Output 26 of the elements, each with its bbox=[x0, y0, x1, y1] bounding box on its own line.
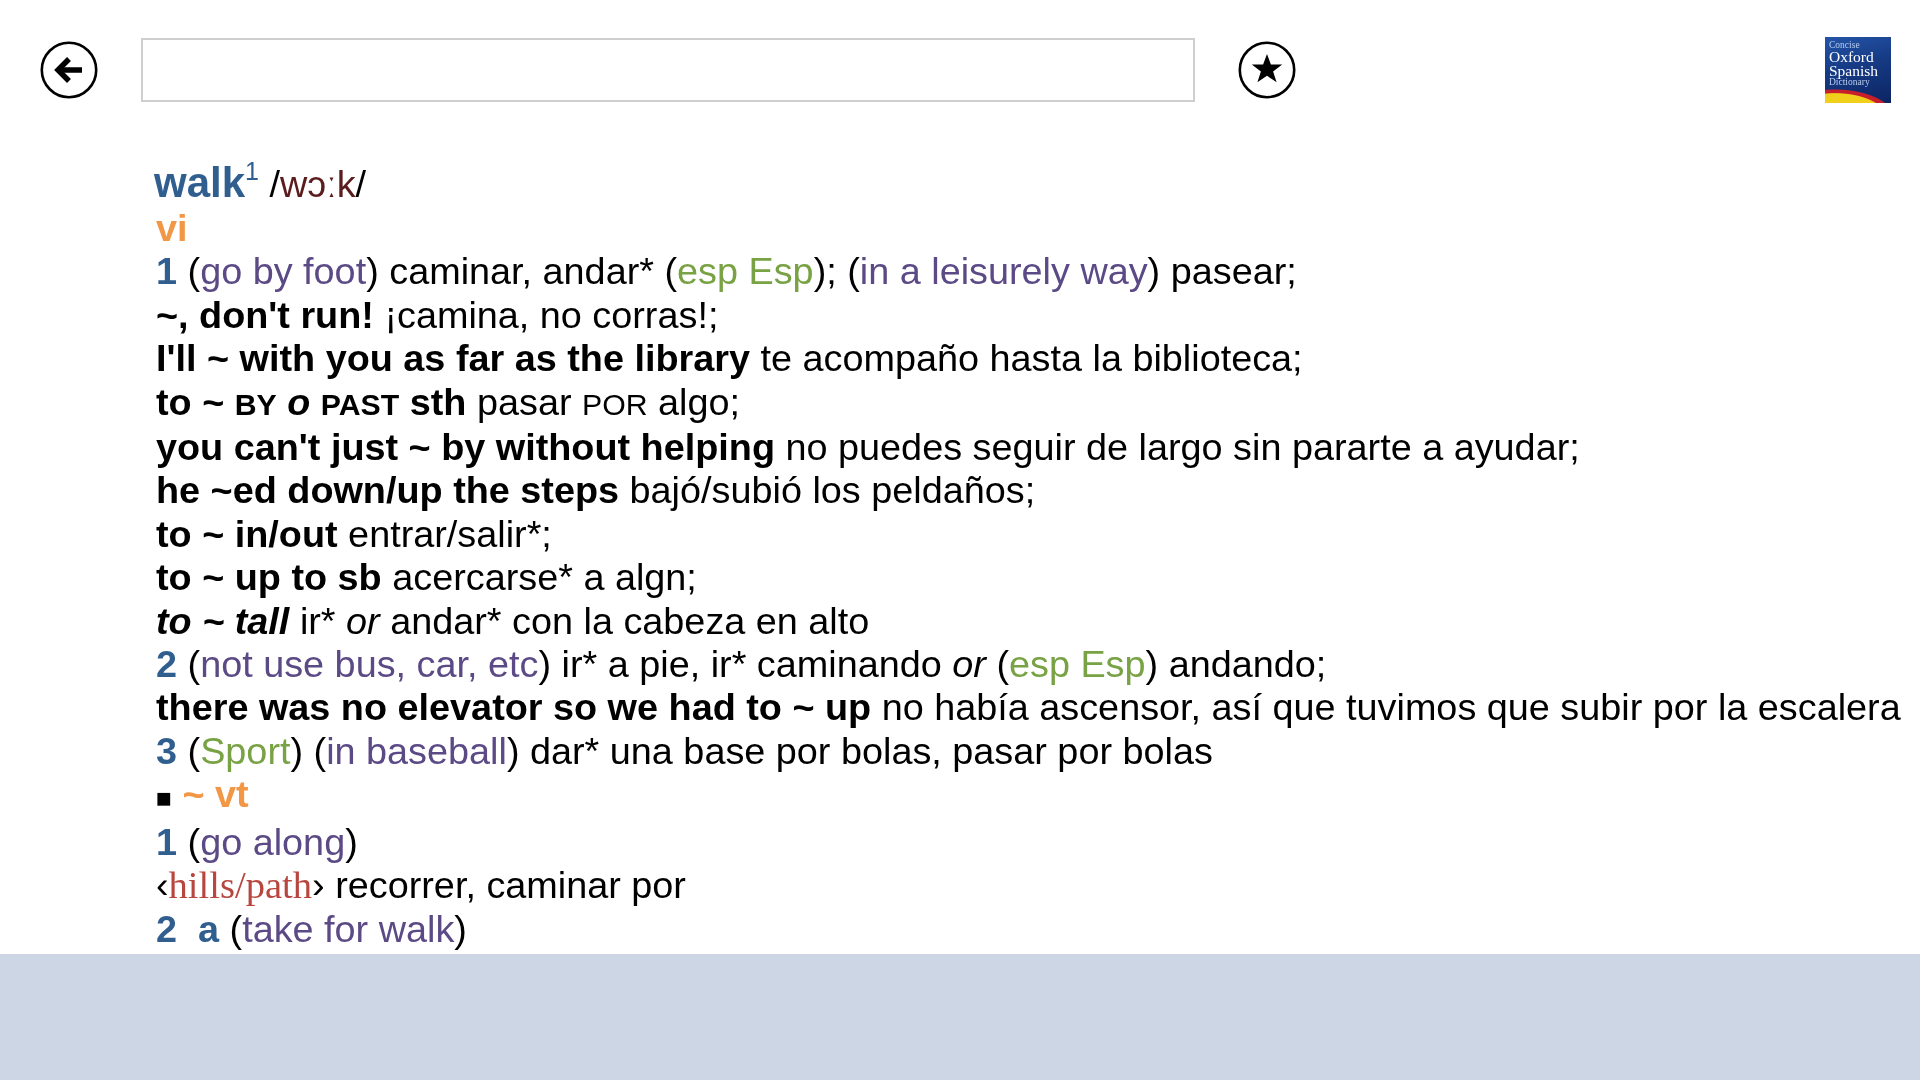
sense-definition: 2 a (take for walk) bbox=[156, 907, 467, 951]
logo-text: Spanish bbox=[1829, 64, 1879, 78]
entry-headword: walk$^{1}$ /wɔːk/ bbox=[154, 156, 367, 207]
sense-definition: 3 (Sport) (in baseball) dar* una base por bolas, pasar por bolas bbox=[156, 729, 1213, 774]
example-phrase: I'll ~ with you as far as the library te acompaño hasta la biblioteca; bbox=[156, 337, 1303, 381]
example-phrase: there was no elevator so we had to ~ up no había ascensor, así que tuvimos que subir por la escalera bbox=[156, 686, 1901, 730]
logo-text: Dictionary bbox=[1829, 78, 1870, 87]
example-phrase: to ~ BY o PAST sth pasar POR algo; bbox=[156, 380, 740, 425]
part-of-speech-label: ■ ~ vt bbox=[156, 773, 249, 818]
search-field[interactable] bbox=[141, 38, 1195, 102]
logo-text: Concise bbox=[1829, 41, 1860, 50]
sense-definition: 2 (not use bus, car, etc) ir* a pie, ir* caminando or (esp Esp) andando; bbox=[156, 643, 1327, 687]
example-phrase: ~, don't run! ¡camina, no corras!; bbox=[156, 293, 719, 338]
sense-definition: 1 (go by foot) caminar, andar* (esp Esp); (in a leisurely way) pasear; bbox=[156, 250, 1297, 294]
back-button[interactable] bbox=[40, 41, 98, 99]
part-of-speech-label: vi bbox=[156, 207, 188, 251]
sense-definition: 1 (go along) bbox=[156, 820, 358, 865]
example-phrase: you can't just ~ by without helping no puedes seguir de largo sin pararte a ayudar; bbox=[156, 426, 1580, 470]
collocate-translation: ‹hills/path› recorrer, caminar por bbox=[156, 864, 686, 908]
example-phrase: to ~ tall ir* or andar* con la cabeza en alto bbox=[156, 599, 870, 644]
example-phrase: he ~ed down/up the steps bajó/subió los peldaños; bbox=[156, 469, 1036, 513]
star-button[interactable] bbox=[1238, 41, 1296, 99]
example-phrase: to ~ up to sb acercarse* a algn; bbox=[156, 556, 697, 600]
logo-text: Oxford bbox=[1829, 50, 1874, 64]
example-phrase: to ~ in/out entrar/salir*; bbox=[156, 512, 552, 557]
back-icon bbox=[40, 41, 98, 99]
